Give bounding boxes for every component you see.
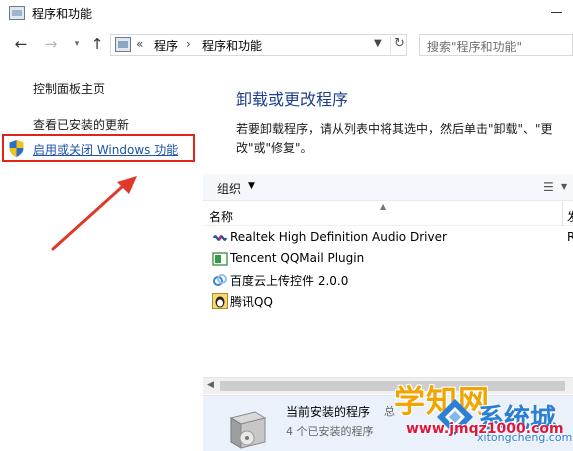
view-dropdown-icon[interactable]: ▼: [561, 182, 567, 191]
title-bar: 程序和功能: [0, 0, 573, 28]
search-input[interactable]: 搜索"程序和功能": [419, 34, 573, 56]
program-publisher: R: [567, 230, 573, 244]
program-row[interactable]: 百度云上传控件 2.0.0: [203, 270, 573, 291]
watermark-site: www.jmqz1000.com: [406, 421, 564, 437]
breadcrumb-separator-icon: ›: [186, 37, 191, 51]
program-name: Realtek High Definition Audio Driver: [230, 230, 447, 244]
organize-button[interactable]: 组织: [217, 180, 241, 197]
sort-ascending-icon: ▲: [380, 202, 387, 211]
installed-programs-count: 4 个已安装的程序: [286, 425, 374, 438]
window-title: 程序和功能: [32, 7, 93, 21]
program-name: 腾讯QQ: [230, 295, 273, 309]
program-row[interactable]: Tencent QQMail Plugin: [203, 249, 573, 270]
page-title: 卸载或更改程序: [236, 90, 349, 109]
view-installed-updates-link[interactable]: 查看已安装的更新: [33, 116, 129, 133]
installed-programs-title: 当前安装的程序: [286, 405, 371, 419]
address-folder-icon: [115, 37, 131, 52]
program-row[interactable]: Realtek High Definition Audio Driver R: [203, 228, 573, 249]
highlight-box: [2, 134, 195, 162]
scroll-left-icon[interactable]: ◀: [207, 380, 214, 390]
column-header: 名称 ▲ 发: [203, 202, 573, 226]
program-name: 百度云上传控件 2.0.0: [230, 274, 349, 288]
column-name[interactable]: 名称: [209, 208, 233, 225]
program-row[interactable]: 腾讯QQ: [203, 291, 573, 312]
left-task-pane: 控制面板主页 查看已安装的更新 启用或关闭 Windows 功能: [0, 62, 203, 451]
address-bar[interactable]: « 程序 › 程序和功能 ▼ ↻: [110, 34, 407, 56]
scrollbar-thumb[interactable]: [220, 381, 565, 391]
minimize-button[interactable]: [551, 12, 562, 13]
breadcrumb-programs-features[interactable]: 程序和功能: [202, 37, 262, 54]
qqmail-icon: [212, 252, 228, 266]
control-panel-icon: [9, 6, 25, 20]
installer-box-icon: [229, 411, 267, 449]
recent-locations-chevron-icon[interactable]: ▾: [68, 35, 86, 53]
realtek-icon: [212, 235, 228, 241]
organize-dropdown-icon[interactable]: ▼: [248, 181, 255, 191]
breadcrumb-programs[interactable]: 程序: [154, 37, 178, 54]
breadcrumb-overflow-icon[interactable]: «: [136, 37, 143, 51]
control-panel-home-link[interactable]: 控制面板主页: [33, 80, 105, 97]
column-publisher[interactable]: 发: [567, 208, 573, 225]
back-arrow-icon[interactable]: ←: [12, 35, 30, 53]
column-divider[interactable]: [562, 202, 563, 226]
main-content: 卸载或更改程序 若要卸载程序，请从列表中将其选中，然后单击"卸载"、"更改"或"…: [203, 62, 573, 451]
page-description: 若要卸载程序，请从列表中将其选中，然后单击"卸载"、"更改"或"修复"。: [236, 122, 553, 155]
search-placeholder: 搜索"程序和功能": [427, 40, 523, 54]
up-arrow-icon[interactable]: ↑: [88, 35, 106, 53]
program-name: Tencent QQMail Plugin: [230, 251, 365, 265]
refresh-icon[interactable]: ↻: [390, 36, 405, 54]
navigation-bar: ← → ▾ ↑ « 程序 › 程序和功能 ▼ ↻ 搜索"程序和功能": [0, 28, 573, 62]
address-dropdown-icon[interactable]: ▼: [374, 38, 382, 49]
annotation-arrow-icon: [51, 176, 137, 251]
horizontal-scrollbar[interactable]: ◀: [203, 377, 573, 394]
forward-arrow-icon[interactable]: →: [42, 35, 60, 53]
baidu-cloud-icon: [213, 274, 227, 286]
view-options-icon[interactable]: ☰: [543, 180, 554, 194]
qq-penguin-icon: [212, 293, 228, 309]
list-toolbar: 组织 ▼ ☰ ▼: [203, 174, 573, 201]
